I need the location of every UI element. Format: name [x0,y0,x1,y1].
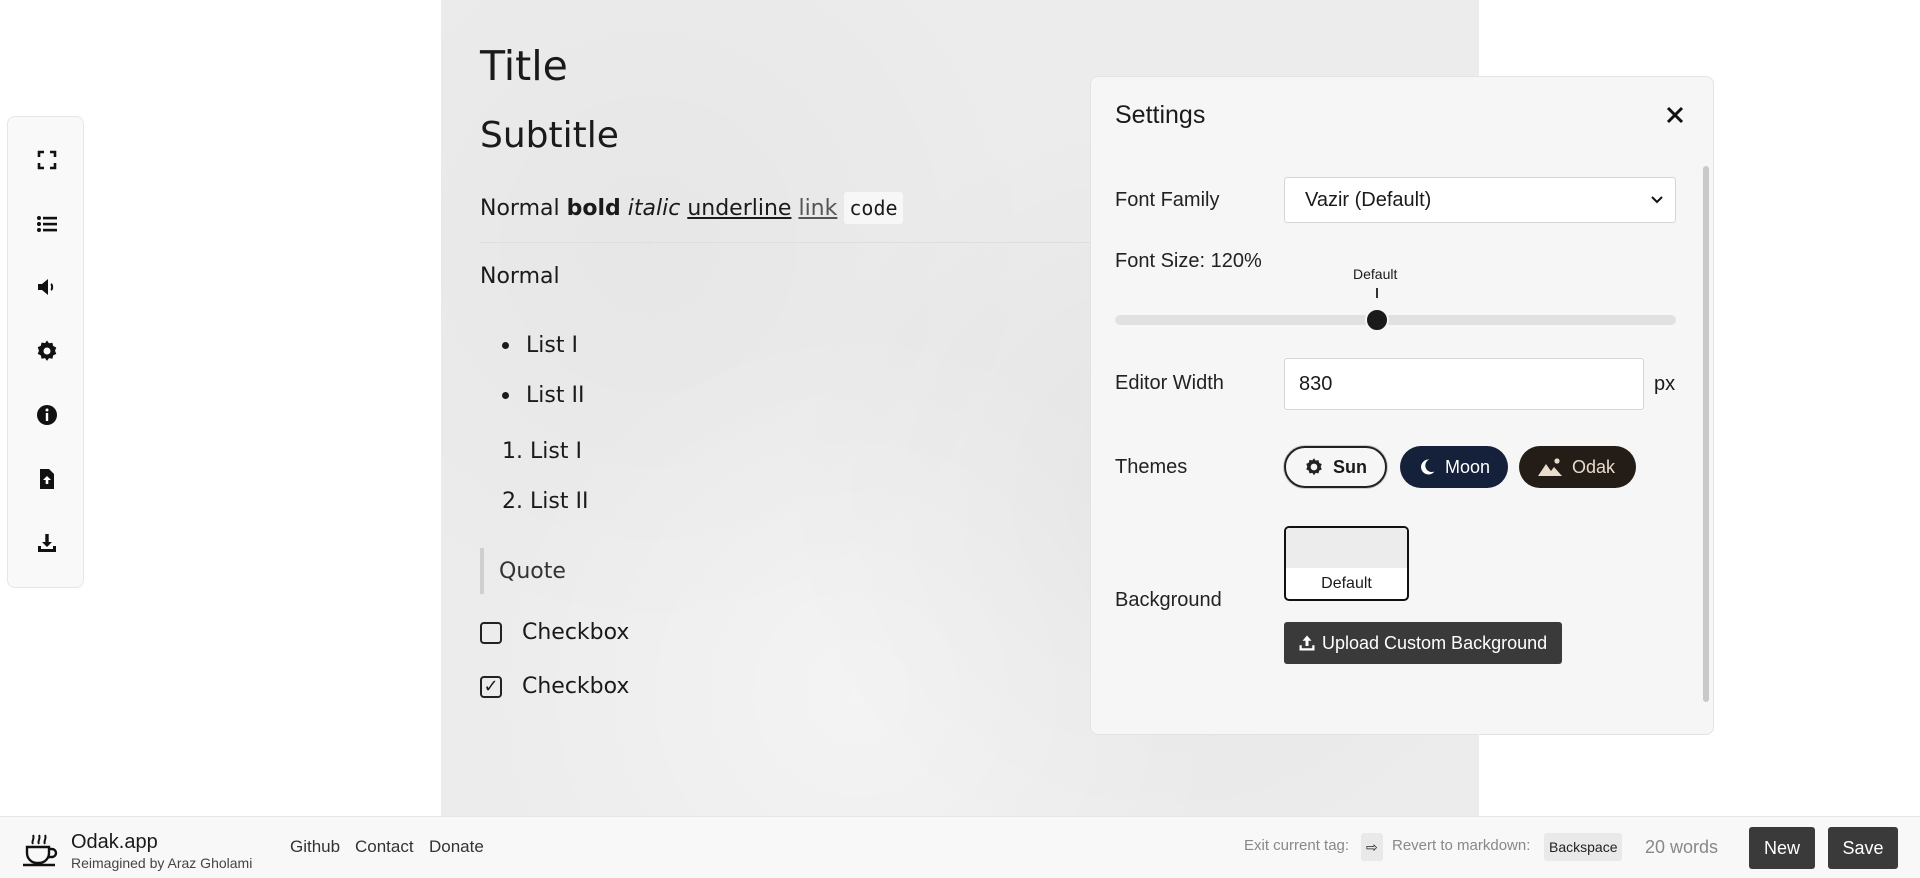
speaker-icon [37,279,53,295]
close-icon [1666,106,1684,124]
settings-button[interactable] [8,321,85,381]
exit-tag-key: ⇨ [1361,833,1383,861]
code-text: code [844,192,903,224]
bullet-icon [502,341,509,349]
list-item-text: List II [526,382,585,408]
download-icon [37,534,56,552]
theme-name: Moon [1444,456,1490,477]
editor-title[interactable]: Title [480,42,568,90]
slider-default-marker: Default [1353,266,1398,282]
font-family-value: Vazir (Default) [1305,188,1432,211]
contact-link[interactable]: Contact [355,837,414,857]
fullscreen-button[interactable] [8,130,85,190]
mountain-icon [1538,458,1562,476]
sun-icon [1306,458,1322,476]
link-text[interactable]: link [798,196,837,221]
upload-background-button[interactable]: Upload Custom Background [1284,622,1562,664]
github-link[interactable]: Github [290,837,340,857]
font-size-slider[interactable] [1115,315,1676,325]
new-button[interactable]: New [1749,827,1815,869]
paragraph[interactable]: Normal [480,264,560,289]
scrollbar-thumb[interactable] [1703,166,1709,702]
checkbox-label: Checkbox [522,674,630,699]
list-item-text: List I [530,438,582,464]
editor-width-label: Editor Width [1115,372,1224,394]
close-button[interactable] [1661,101,1689,129]
theme-name: Odak [1572,456,1616,477]
file-upload-icon [39,469,54,489]
donate-link[interactable]: Donate [429,837,484,857]
revert-markdown-hint: Revert to markdown: [1392,837,1531,854]
font-family-label: Font Family [1115,189,1220,211]
settings-scrollbar[interactable] [1702,154,1710,724]
list-item: List I [502,320,584,370]
save-button[interactable]: Save [1828,827,1898,869]
theme-odak-button[interactable]: Odak [1519,446,1636,488]
bullet-icon [502,391,509,399]
word-count: 20 words [1645,837,1719,857]
settings-panel: Settings Font Family Vazir (Default) Fon… [1090,76,1714,735]
list-item: List II [502,370,584,420]
checkbox-checked[interactable]: ✓ [480,675,502,698]
coffee-cup-logo-icon [23,834,58,867]
side-toolbar [7,116,84,588]
list-icon [36,216,57,232]
app-name: Odak.app [71,831,158,853]
gear-icon [37,340,56,361]
upload-background-label: Upload Custom Background [1322,632,1548,653]
app-tagline: Reimagined by Araz Gholami [71,855,253,871]
theme-sun-button[interactable]: Sun [1284,446,1387,488]
underline-text: underline [687,195,792,221]
italic-text: italic [627,195,681,221]
editor-subtitle[interactable]: Subtitle [480,115,619,156]
theme-moon-button[interactable]: Moon [1400,446,1508,488]
blockquote[interactable]: Quote [480,548,566,594]
revert-markdown-key: Backspace [1544,833,1623,861]
download-button[interactable] [8,513,85,573]
list-number: 2. [502,488,523,514]
read-aloud-button[interactable] [8,257,85,317]
background-option-label: Default [1321,574,1372,592]
themes-label: Themes [1115,456,1188,478]
background-preview [1286,528,1407,568]
bold-text: bold [566,195,621,221]
list-number: 1. [502,438,523,464]
font-size-slider-handle[interactable] [1365,308,1389,332]
chevron-down-icon [1651,196,1663,204]
checkbox-label: Checkbox [522,620,630,645]
editor-width-unit: px [1654,373,1676,395]
font-family-select[interactable]: Vazir (Default) [1284,177,1676,223]
outline-button[interactable] [8,194,85,254]
info-icon [36,405,57,425]
slider-default-tick [1376,288,1378,298]
editor-width-input[interactable]: 830 [1284,358,1644,410]
list-item: 1. List I [502,426,588,476]
font-size-label: Font Size: 120% [1115,250,1262,272]
theme-name: Sun [1333,456,1367,477]
status-footer: Odak.app Reimagined by Araz Gholami Gith… [0,816,1920,878]
ordered-list[interactable]: 1. List I 2. List II [502,426,588,526]
checkbox-item[interactable]: Checkbox [480,620,629,645]
normal-text: Normal [480,195,560,221]
checkbox-unchecked[interactable] [480,621,502,644]
bullet-list[interactable]: List I List II [502,320,584,420]
moon-icon [1421,459,1435,475]
settings-title: Settings [1115,101,1206,129]
inline-formatting-line[interactable]: Normal bold italic underline link code [480,192,903,224]
list-item: 2. List II [502,476,588,526]
list-item-text: List I [526,332,578,358]
upload-icon [1299,635,1315,651]
exit-tag-hint: Exit current tag: [1244,837,1350,854]
fullscreen-icon [37,150,56,170]
checkbox-item[interactable]: ✓ Checkbox [480,674,629,699]
background-label: Background [1115,589,1222,611]
background-option-default[interactable]: Default [1284,526,1409,601]
open-file-button[interactable] [8,449,85,509]
about-button[interactable] [8,385,85,445]
list-item-text: List II [530,488,589,514]
